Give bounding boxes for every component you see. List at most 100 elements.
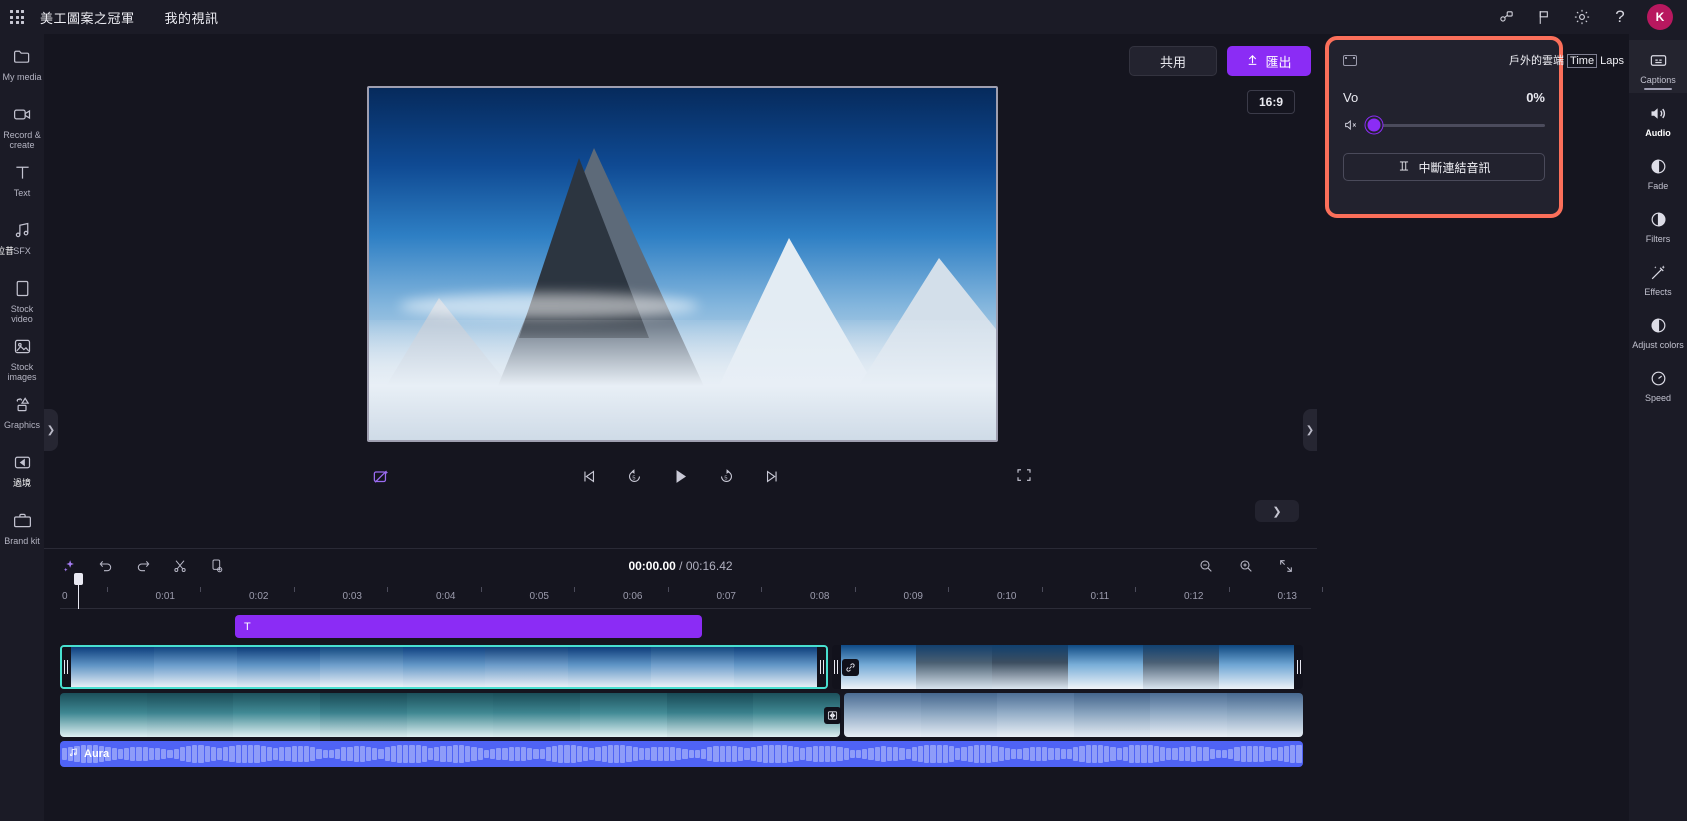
duplicate-icon[interactable] — [208, 557, 226, 575]
film-clip-icon — [1343, 54, 1357, 66]
sidebar-item-text[interactable]: Text — [0, 160, 44, 210]
link-badge-icon[interactable] — [842, 659, 859, 676]
audio-properties-panel: 戶外的雲端 Time Laps Vo 0% 中斷連結音訊 — [1325, 36, 1624, 218]
ruler-tick-label: 0:13 — [1277, 591, 1297, 602]
ruler-tick-mark — [293, 587, 295, 592]
flag-icon[interactable] — [1533, 6, 1555, 28]
clip-handle-right[interactable] — [1294, 645, 1303, 689]
help-icon[interactable]: ? — [1609, 6, 1631, 28]
clip-handle-left[interactable] — [62, 647, 71, 687]
ruler-tick-label: 0:10 — [997, 591, 1017, 602]
app-grid-icon[interactable] — [0, 10, 34, 24]
clip-handle-right[interactable] — [817, 647, 826, 687]
video-clip-1[interactable] — [60, 645, 828, 689]
tab-label: Fade — [1647, 181, 1669, 191]
volume-slider[interactable] — [1367, 118, 1545, 132]
effects-wand-icon — [1649, 261, 1668, 283]
upload-arrow-icon — [1246, 53, 1259, 69]
clipchamp-editor: 美工圖案之冠軍 我的視訊 ? K My media Record & creat… — [0, 0, 1687, 821]
sidebar-item-brand-kit[interactable]: Brand kit — [0, 508, 44, 558]
detach-audio-button[interactable]: 中斷連結音訊 — [1343, 153, 1545, 181]
share-button[interactable]: 共用 — [1129, 46, 1217, 76]
rewind-5s-icon[interactable]: 5 — [623, 464, 647, 488]
split-scissors-icon[interactable] — [171, 557, 189, 575]
tab-captions[interactable]: Captions — [1629, 40, 1687, 93]
zoom-out-icon[interactable] — [1197, 557, 1215, 575]
tab-speed[interactable]: Speed — [1629, 358, 1687, 411]
panel-header: 戶外的雲端 Time Laps — [1343, 52, 1624, 68]
overlay-clip-2[interactable] — [844, 693, 1303, 737]
ruler-tick-label: 0:03 — [342, 591, 362, 602]
ruler-tick-label: 0:01 — [155, 591, 175, 602]
speed-gauge-icon — [1649, 367, 1668, 389]
tab-effects[interactable]: Effects — [1629, 252, 1687, 305]
clip-handle-left[interactable] — [832, 645, 841, 689]
ruler-tick-label: 0:04 — [436, 591, 456, 602]
ruler-tick-label: 0:09 — [903, 591, 923, 602]
playhead-handle[interactable] — [74, 573, 83, 585]
tab-label: Speed — [1644, 393, 1672, 403]
current-time: 00:00.00 — [628, 559, 676, 573]
video-preview[interactable] — [367, 86, 998, 442]
ruler-tick-mark — [574, 587, 576, 592]
sidebar-item-record-create[interactable]: Record & create — [0, 102, 44, 152]
fit-timeline-icon[interactable] — [1277, 557, 1295, 575]
ruler-tick-label: 0:07 — [716, 591, 736, 602]
undo-icon[interactable] — [97, 557, 115, 575]
project-name[interactable]: 我的視訊 — [165, 8, 219, 27]
aspect-ratio-badge[interactable]: 16:9 — [1246, 90, 1295, 114]
sidebar-item-stock-images[interactable]: Stock images — [0, 334, 44, 384]
play-button[interactable] — [669, 464, 693, 488]
ruler-tick-label: 0:08 — [810, 591, 830, 602]
share-people-icon[interactable] — [1495, 6, 1517, 28]
text-clip[interactable]: T — [235, 615, 702, 638]
audio-clip[interactable]: Aura — [60, 741, 1303, 767]
tab-audio[interactable]: Audio — [1629, 93, 1687, 146]
forward-5s-icon[interactable]: 5 — [715, 464, 739, 488]
sidebar-item-my-media[interactable]: My media — [0, 44, 44, 94]
sidebar-item-label-cjk: 過境 — [12, 478, 31, 488]
shapes-icon — [12, 392, 33, 416]
skip-previous-icon[interactable] — [577, 464, 601, 488]
timeline-toolbar: 00:00.00 / 00:16.42 — [44, 549, 1317, 583]
skip-next-icon[interactable] — [761, 464, 785, 488]
tab-fade[interactable]: Fade — [1629, 146, 1687, 199]
sidebar-item-transitions[interactable]: 過境 — [0, 450, 44, 500]
video-clip-2[interactable] — [832, 645, 1303, 689]
volume-slider-handle[interactable] — [1367, 118, 1381, 132]
speaker-mute-icon[interactable] — [1343, 117, 1359, 133]
timeline-tools — [44, 557, 226, 575]
redo-icon[interactable] — [134, 557, 152, 575]
zoom-in-icon[interactable] — [1237, 557, 1255, 575]
gear-icon[interactable] — [1571, 6, 1593, 28]
sidebar-item-label: 拉昔 SFX — [0, 246, 44, 256]
sidebar-item-label-en: SFX — [13, 246, 31, 256]
timeline-ruler[interactable]: 0 0:01 0:02 0:03 0:04 0:05 0:06 0:07 0:08 0:09 0:1… — [60, 573, 1324, 609]
sidebar-collapse-handle[interactable]: ❯ — [44, 409, 58, 451]
export-button[interactable]: 匯出 — [1227, 46, 1311, 76]
tab-filters[interactable]: Filters — [1629, 199, 1687, 252]
avatar[interactable]: K — [1647, 4, 1673, 30]
sidebar-item-stock-video[interactable]: Stock video — [0, 276, 44, 326]
overlay-clip-1[interactable] — [60, 693, 840, 737]
transition-badge-icon[interactable] — [824, 707, 841, 724]
right-panel-collapse-handle[interactable]: ❯ — [1303, 409, 1317, 451]
snow-field — [369, 320, 996, 440]
fullscreen-icon[interactable] — [1015, 466, 1035, 486]
panel-collapse-chevron[interactable]: ❯ — [1255, 500, 1299, 522]
camera-icon — [12, 102, 33, 126]
export-button-label: 匯出 — [1265, 54, 1292, 70]
track-audio: Aura — [60, 741, 1311, 767]
top-bar: 美工圖案之冠軍 我的視訊 ? K — [0, 0, 1687, 34]
sidebar-item-sfx[interactable]: 拉昔 SFX — [0, 218, 44, 268]
sidebar-item-graphics[interactable]: Graphics — [0, 392, 44, 442]
total-time: / 00:16.42 — [675, 559, 733, 573]
svg-text:5: 5 — [724, 475, 727, 481]
tab-adjust-colors[interactable]: Adjust colors — [1629, 305, 1687, 358]
magic-wand-icon[interactable] — [368, 464, 394, 490]
time-display: 00:00.00 / 00:16.42 — [628, 559, 732, 573]
ruler-tick-mark — [948, 587, 950, 592]
adjust-colors-icon — [1649, 314, 1668, 336]
tab-label: Filters — [1645, 234, 1671, 244]
brandkit-icon — [12, 508, 33, 532]
